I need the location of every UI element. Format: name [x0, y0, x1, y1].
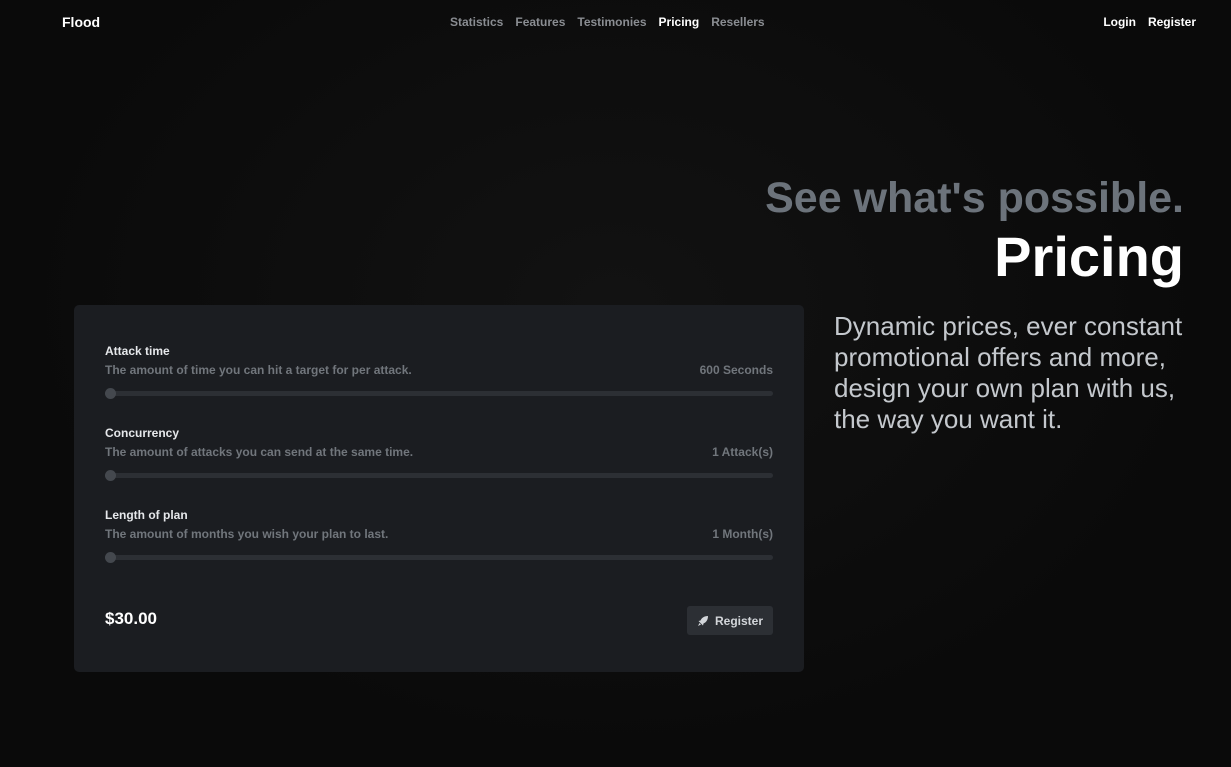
nav-link-features[interactable]: Features: [515, 15, 565, 29]
page-title: Pricing: [994, 225, 1184, 288]
pricing-headline: See what's possible. Pricing: [765, 172, 1184, 290]
nav-link-resellers[interactable]: Resellers: [711, 15, 764, 29]
register-button-label: Register: [714, 613, 764, 628]
attack-time-slider[interactable]: [105, 388, 773, 399]
option-length-of-plan: Length of plan The amount of months you …: [105, 508, 773, 563]
nav-link-statistics[interactable]: Statistics: [450, 15, 503, 29]
nav-links: Statistics Features Testimonies Pricing …: [450, 15, 765, 29]
rocket-icon: [697, 615, 709, 627]
auth-links: Login Register: [1103, 15, 1196, 29]
option-value: 1 Attack(s): [712, 445, 773, 459]
register-button[interactable]: Register: [687, 606, 773, 635]
nav-link-pricing[interactable]: Pricing: [659, 15, 700, 29]
option-hint: The amount of attacks you can send at th…: [105, 445, 414, 459]
register-link[interactable]: Register: [1148, 15, 1196, 29]
plan-calculator-card: Attack time The amount of time you can h…: [74, 305, 804, 672]
option-label: Length of plan: [105, 508, 188, 522]
option-label: Concurrency: [105, 426, 180, 440]
slider-thumb[interactable]: [105, 552, 116, 563]
slider-thumb[interactable]: [105, 388, 116, 399]
option-hint: The amount of months you wish your plan …: [105, 527, 389, 541]
brand-logo[interactable]: Flood: [62, 14, 100, 30]
navbar: Flood Statistics Features Testimonies Pr…: [0, 0, 1231, 45]
login-link[interactable]: Login: [1103, 15, 1136, 29]
option-attack-time: Attack time The amount of time you can h…: [105, 344, 773, 399]
option-hint: The amount of time you can hit a target …: [105, 363, 412, 377]
nav-link-testimonies[interactable]: Testimonies: [577, 15, 646, 29]
slider-thumb[interactable]: [105, 470, 116, 481]
pricing-description: Dynamic prices, ever constant promotiona…: [834, 311, 1183, 434]
plan-price: $30.00: [105, 609, 157, 628]
option-value: 600 Seconds: [699, 363, 773, 377]
headline-subtitle: See what's possible.: [765, 174, 1184, 222]
length-of-plan-slider[interactable]: [105, 552, 773, 563]
option-value: 1 Month(s): [712, 527, 773, 541]
concurrency-slider[interactable]: [105, 470, 773, 481]
option-label: Attack time: [105, 344, 170, 358]
option-concurrency: Concurrency The amount of attacks you ca…: [105, 426, 773, 481]
